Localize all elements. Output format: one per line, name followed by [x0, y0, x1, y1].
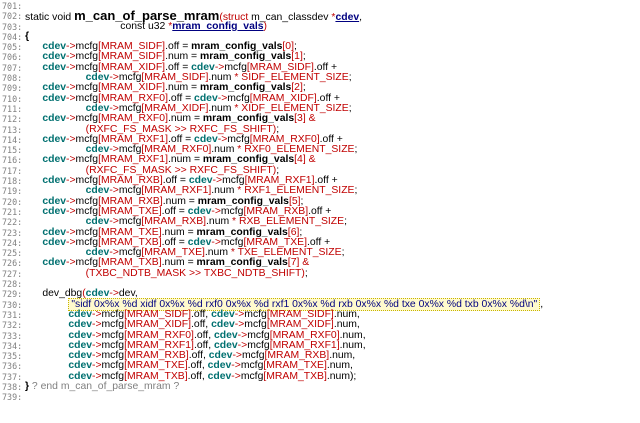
- line-number: 704:: [2, 31, 23, 42]
- line-number: 731:: [2, 309, 23, 320]
- code-line: 739:: [0, 392, 640, 402]
- code-token: .off,: [187, 370, 208, 382]
- line-number: 727:: [2, 268, 23, 279]
- line-number: 722:: [2, 217, 23, 228]
- line-number: 707:: [2, 62, 23, 73]
- line-number: 733:: [2, 330, 23, 341]
- line-number: 716:: [2, 155, 23, 166]
- line-number: 730:: [2, 299, 23, 310]
- code-token: ? end m_can_of_parse_mram ?: [29, 380, 180, 392]
- code-text: const u32 *mram_config_vals): [25, 21, 267, 32]
- line-number: 715:: [2, 145, 23, 156]
- line-number: 739:: [2, 392, 23, 403]
- code-line: 703: const u32 *mram_config_vals): [0, 21, 640, 32]
- code-token: ;: [354, 185, 358, 197]
- line-number: 736:: [2, 361, 23, 372]
- code-token[interactable]: mram_config_vals: [172, 21, 263, 32]
- code-token: ;: [354, 144, 358, 156]
- line-number: 712:: [2, 114, 23, 125]
- code-view: 701: 702: static void m_can_of_parse_mram(…: [0, 0, 640, 423]
- line-number: 703:: [2, 21, 23, 32]
- code-token: MRAM_TXB: [266, 370, 324, 382]
- code-token: .num);: [326, 370, 357, 382]
- code-text: } ? end m_can_of_parse_mram ?: [25, 381, 179, 392]
- code-text: (TXBC_NDTB_MASK >> TXBC_NDTB_SHIFT);: [25, 268, 308, 279]
- code-token: ;: [304, 267, 308, 279]
- code-token: TXBC_NDTB_MASK: [89, 267, 189, 279]
- code-token: ;: [341, 247, 345, 259]
- line-number: 732:: [2, 320, 23, 331]
- line-number: 725:: [2, 248, 23, 259]
- code-token: ;: [348, 102, 352, 114]
- code-token: ;: [344, 216, 347, 228]
- code-token: ->: [231, 370, 241, 382]
- line-number: 723:: [2, 227, 23, 238]
- line-number: 737:: [2, 371, 23, 382]
- code-line: 738:} ? end m_can_of_parse_mram ?: [0, 381, 640, 392]
- line-number: 706:: [2, 52, 23, 63]
- line-number: 718:: [2, 176, 23, 187]
- code-token: ): [263, 20, 267, 32]
- line-number: 724:: [2, 237, 23, 248]
- line-number: 705:: [2, 42, 23, 53]
- line-number: 728:: [2, 279, 23, 290]
- line-number: 721:: [2, 206, 23, 217]
- line-number: 738:: [2, 381, 23, 392]
- line-number: 714:: [2, 134, 23, 145]
- line-number: 720:: [2, 196, 23, 207]
- line-number: 710:: [2, 93, 23, 104]
- line-number: 735:: [2, 351, 23, 362]
- code-token: ;: [348, 72, 352, 84]
- code-token: const u32: [25, 20, 169, 32]
- line-number: 701:: [2, 1, 23, 11]
- code-token: cdev: [207, 370, 232, 382]
- line-number: 713:: [2, 124, 23, 135]
- code-token: mcfg: [240, 370, 264, 382]
- code-token: TXBC_NDTB_SHIFT: [203, 267, 302, 279]
- line-number: 726:: [2, 258, 23, 269]
- code-line: 727: (TXBC_NDTB_MASK >> TXBC_NDTB_SHIFT)…: [0, 268, 640, 279]
- code-token: &: [308, 113, 316, 125]
- line-number: 719:: [2, 186, 23, 197]
- line-number: 734:: [2, 340, 23, 351]
- line-number: 717:: [2, 165, 23, 176]
- code-token: >>: [188, 267, 204, 279]
- line-number: 729:: [2, 289, 23, 300]
- line-number: 702:: [2, 11, 23, 22]
- code-token: ,: [540, 298, 544, 310]
- line-number: 709:: [2, 83, 23, 94]
- line-number: 708:: [2, 73, 23, 84]
- code-token: &: [308, 154, 316, 166]
- line-number: 711:: [2, 103, 23, 114]
